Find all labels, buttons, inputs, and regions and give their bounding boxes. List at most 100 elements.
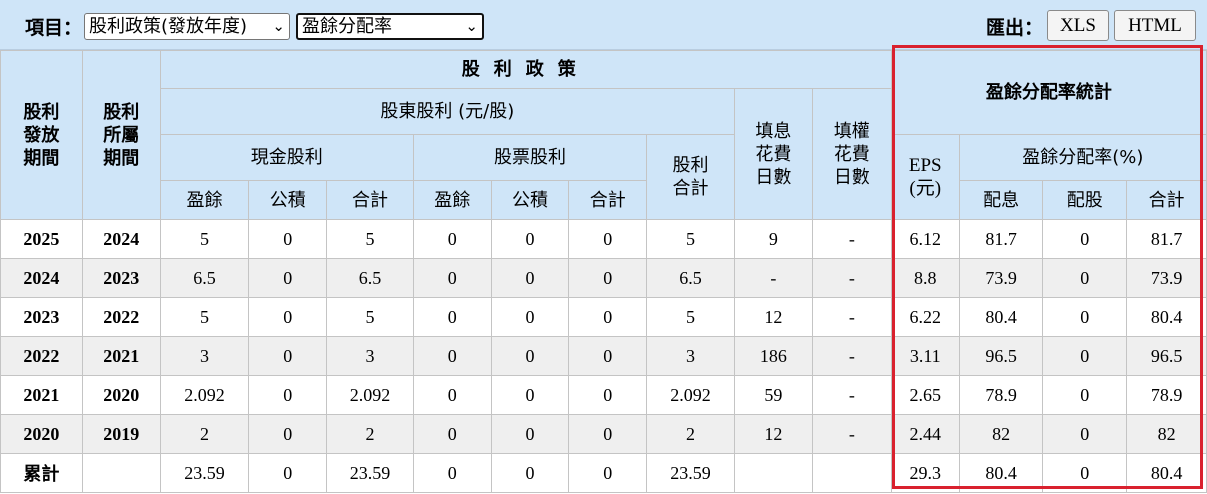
table-cell: 3 [159, 336, 250, 376]
table-cell: 5 [326, 219, 414, 259]
table-cell: 0 [412, 375, 492, 415]
table-cell: 0 [412, 219, 492, 259]
header-payout-stock: 配股 [1042, 180, 1128, 220]
table-cell: 2.092 [646, 375, 735, 415]
table-cell: 0 [490, 414, 570, 454]
table-cell: 78.9 [958, 375, 1044, 415]
table-cell: 0 [1042, 219, 1128, 259]
table-cell: - [811, 336, 892, 376]
table-cell: 2022 [0, 336, 83, 376]
table-cell: 2021 [81, 336, 161, 376]
header-dividend-policy: 股利政策 [159, 50, 892, 89]
table-cell: 0 [248, 297, 328, 337]
table-cell: 0 [490, 375, 570, 415]
header-fill-dividend-days: 填息花費日數 [733, 88, 813, 220]
header-payout-total: 合計 [1126, 180, 1207, 220]
table-cell: 2023 [0, 297, 83, 337]
table-cell: 3.11 [890, 336, 960, 376]
table-cell: 0 [248, 414, 328, 454]
table-cell: 3 [326, 336, 414, 376]
table-cell: 2.65 [890, 375, 960, 415]
header-fill-right-days: 填權花費日數 [811, 88, 892, 220]
table-cell: 2020 [0, 414, 83, 454]
table-cell: 0 [1042, 336, 1128, 376]
table-cell: - [811, 297, 892, 337]
table-cell: - [733, 258, 813, 298]
policy-select-value: 股利政策(發放年度) [89, 16, 248, 37]
table-cell: 0 [412, 258, 492, 298]
table-cell: 0 [1042, 453, 1128, 493]
table-cell: 0 [248, 219, 328, 259]
table-cell: 0 [568, 336, 648, 376]
table-cell: 6.22 [890, 297, 960, 337]
table-cell: 0 [568, 414, 648, 454]
item-label: 項目： [25, 17, 83, 39]
table-cell: 0 [490, 336, 570, 376]
table-row: 2025 2024 5 0 5 0 0 0 5 9-6.12 81.7 0 81.7 [0, 219, 1207, 259]
table-row: 2024 2023 6.5 0 6.5 0 0 0 6.5- -8.8 73.9 0 73.9 [0, 258, 1207, 298]
table-cell: 96.5 [958, 336, 1044, 376]
table-cell: 0 [412, 297, 492, 337]
header-cash-dividend: 現金股利 [159, 134, 414, 181]
header-stock-earnings: 盈餘 [412, 180, 492, 220]
table-cell: 5 [159, 219, 250, 259]
header-payout-ratio: 盈餘分配率(%) [958, 134, 1207, 181]
table-cell: 80.4 [1126, 297, 1207, 337]
table-cell: 12 [733, 414, 813, 454]
export-html-button[interactable]: HTML [1114, 10, 1196, 41]
table-cell: 0 [248, 336, 328, 376]
toolbar: 項目： 股利政策(發放年度) ⌄ 盈餘分配率 ⌄ 匯出： XLS HTML [0, 0, 1207, 50]
table-cell: 73.9 [958, 258, 1044, 298]
table-cell: 0 [248, 258, 328, 298]
metric-select[interactable]: 盈餘分配率 ⌄ [296, 13, 484, 40]
header-belong-period: 股利所屬期間 [81, 50, 161, 220]
table-row: 累計 23.59 0 23.59 0 0 0 23.59 29.3 80.4 0 80.4 [0, 453, 1207, 493]
table-cell: 5 [159, 297, 250, 337]
table-cell: 73.9 [1126, 258, 1207, 298]
table-cell: 0 [412, 414, 492, 454]
header-payout-stats: 盈餘分配率統計 [890, 50, 1207, 135]
table-cell: 0 [412, 336, 492, 376]
table-cell: 0 [248, 375, 328, 415]
table-cell: 0 [568, 219, 648, 259]
table-cell: 80.4 [958, 453, 1044, 493]
table-cell: 0 [568, 375, 648, 415]
export-xls-button[interactable]: XLS [1047, 10, 1109, 41]
table-cell: 12 [733, 297, 813, 337]
header-pay-period: 股利發放期間 [0, 50, 83, 220]
table-cell [81, 453, 161, 493]
table-row: 2021 2020 2.092 0 2.092 0 0 0 2.092 59-2.65 78.9 0 7… [0, 375, 1207, 415]
export-label: 匯出： [986, 17, 1044, 39]
table-cell: 82 [958, 414, 1044, 454]
table-cell: 0 [248, 453, 328, 493]
table-cell: 0 [1042, 258, 1128, 298]
table-cell: 6.5 [646, 258, 735, 298]
chevron-down-icon: ⌄ [272, 17, 285, 35]
table-cell: 累計 [0, 453, 83, 493]
table-cell: 96.5 [1126, 336, 1207, 376]
header-shareholder-dividend: 股東股利 (元/股) [159, 88, 735, 135]
table-cell: 2020 [81, 375, 161, 415]
metric-select-value: 盈餘分配率 [302, 16, 392, 37]
table-row: 2023 2022 5 0 5 0 0 0 5 12-6.22 80.4 0 80.4 [0, 297, 1207, 337]
table-cell: 6.12 [890, 219, 960, 259]
header-cash-reserve: 公積 [248, 180, 328, 220]
header-eps: EPS (元) [890, 134, 960, 220]
table-cell: 81.7 [1126, 219, 1207, 259]
table-cell: 2022 [81, 297, 161, 337]
table-cell: 5 [326, 297, 414, 337]
table-cell: 2 [646, 414, 735, 454]
table-cell: 23.59 [646, 453, 735, 493]
table-cell: 59 [733, 375, 813, 415]
table-cell: 0 [490, 258, 570, 298]
table-cell: 0 [1042, 297, 1128, 337]
table-cell: - [811, 219, 892, 259]
table-cell: 0 [490, 453, 570, 493]
table-cell: 29.3 [890, 453, 960, 493]
policy-select[interactable]: 股利政策(發放年度) ⌄ [84, 13, 290, 40]
header-cash-earnings: 盈餘 [159, 180, 250, 220]
table-cell: 2024 [81, 219, 161, 259]
header-cash-total: 合計 [326, 180, 414, 220]
table-cell: 2.092 [326, 375, 414, 415]
table-cell: 8.8 [890, 258, 960, 298]
